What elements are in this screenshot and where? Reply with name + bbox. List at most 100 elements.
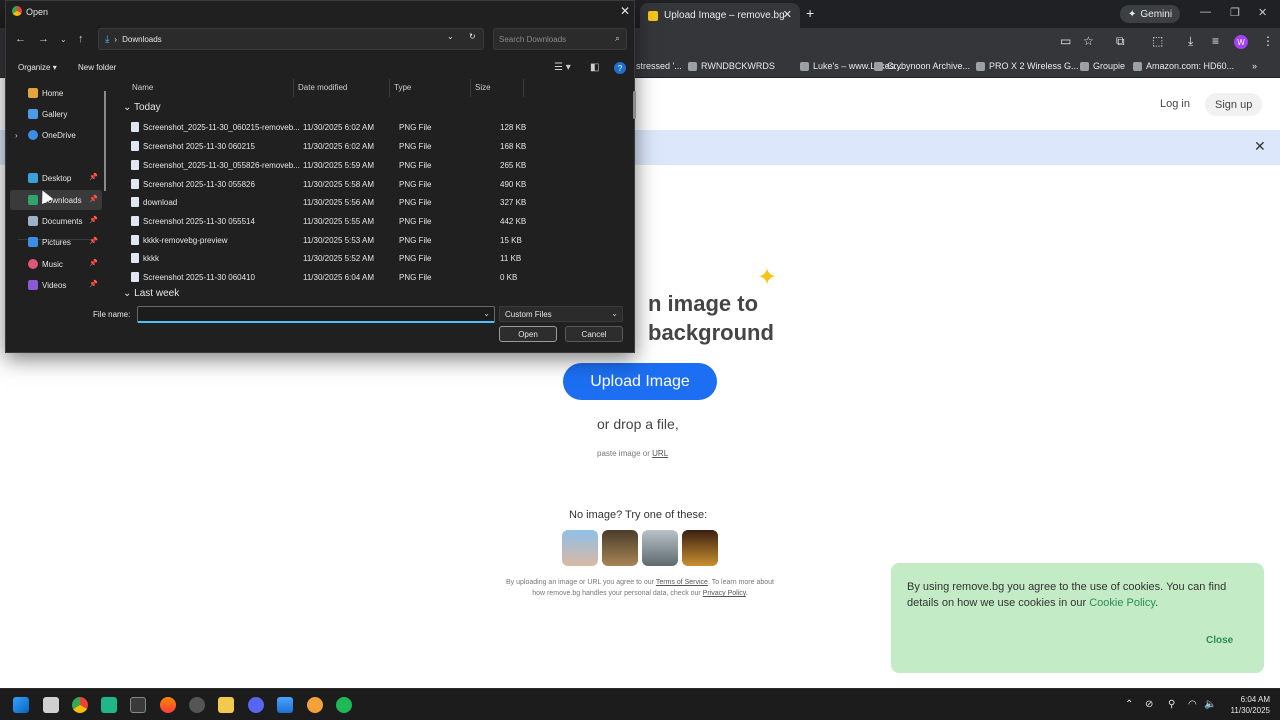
- file-type-select[interactable]: Custom Files ⌄: [499, 306, 623, 322]
- task-view-icon[interactable]: [43, 697, 59, 713]
- preview-pane-icon[interactable]: ◧: [590, 62, 599, 73]
- obs-taskbar-icon[interactable]: [189, 697, 205, 713]
- cookie-close-button[interactable]: Close: [1206, 635, 1233, 646]
- nav-music[interactable]: Music 📌: [10, 254, 102, 274]
- sample-image-graphic[interactable]: [682, 530, 718, 566]
- discord-taskbar-icon[interactable]: [248, 697, 264, 713]
- column-header-name[interactable]: Name: [132, 83, 153, 92]
- nav-videos[interactable]: Videos 📌: [10, 275, 102, 295]
- bookmark-item[interactable]: Groupie: [1080, 61, 1125, 71]
- search-downloads-input[interactable]: Search Downloads ⌕: [493, 28, 627, 50]
- bookmark-item[interactable]: stressed '...: [636, 61, 682, 71]
- nav-desktop[interactable]: Desktop 📌: [10, 168, 102, 188]
- bookmark-item[interactable]: RWNDBCKWRDS: [688, 61, 775, 71]
- file-name-input[interactable]: ⌄: [137, 306, 495, 323]
- maximize-icon[interactable]: ❐: [1230, 6, 1240, 19]
- file-row[interactable]: download 11/30/2025 5:56 AM PNG File 327 KB: [121, 193, 531, 211]
- file-explorer-taskbar-icon[interactable]: [218, 697, 234, 713]
- file-row[interactable]: Screenshot 2025-11-30 060215 11/30/2025 6…: [121, 137, 531, 155]
- organize-menu[interactable]: Organize ▾: [18, 63, 57, 72]
- nav-downloads[interactable]: Downloads 📌: [10, 190, 102, 210]
- start-windows-icon[interactable]: [13, 697, 29, 713]
- app-taskbar-icon[interactable]: [101, 697, 117, 713]
- file-row[interactable]: Screenshot_2025-11-30_060215-removeb... 1…: [121, 118, 531, 136]
- microphone-icon[interactable]: ⚲: [1168, 699, 1175, 710]
- cancel-button[interactable]: Cancel: [565, 326, 623, 342]
- nav-onedrive[interactable]: OneDrive: [10, 125, 102, 145]
- window-close-icon[interactable]: ✕: [1258, 6, 1267, 19]
- download-icon[interactable]: ⤓: [1188, 34, 1193, 49]
- file-row[interactable]: kkkk-removebg-preview 11/30/2025 5:53 AM P…: [121, 231, 531, 249]
- hidden-icons-chevron-icon[interactable]: ⌃: [1125, 699, 1133, 710]
- signup-button[interactable]: Sign up: [1205, 93, 1263, 116]
- file-row[interactable]: Screenshot 2025-11-30 055826 11/30/2025 5…: [121, 175, 531, 193]
- extensions-icon[interactable]: ⧉: [1116, 34, 1125, 49]
- back-arrow-icon[interactable]: ←: [15, 33, 26, 45]
- volume-icon[interactable]: 🔈: [1204, 699, 1216, 710]
- new-tab-button[interactable]: +: [806, 5, 814, 21]
- nav-home[interactable]: Home: [10, 83, 102, 103]
- view-options-icon[interactable]: ☰ ▾: [554, 62, 571, 73]
- nav-pictures[interactable]: Pictures 📌: [10, 232, 102, 252]
- media-icon[interactable]: ≡: [1212, 34, 1219, 48]
- address-history-chevron-icon[interactable]: ⌄: [447, 32, 454, 41]
- group-header-last-week[interactable]: ⌄ Last week: [123, 288, 179, 299]
- file-row[interactable]: Screenshot 2025-11-30 055514 11/30/2025 5…: [121, 212, 531, 230]
- chrome-taskbar-icon[interactable]: [72, 697, 88, 713]
- upload-image-button[interactable]: Upload Image: [563, 363, 717, 400]
- column-divider[interactable]: [470, 79, 471, 97]
- expand-onedrive-chevron-icon[interactable]: ›: [15, 131, 18, 140]
- tab-close-icon[interactable]: ✕: [783, 8, 792, 21]
- wifi-icon[interactable]: ◠: [1188, 699, 1197, 710]
- column-divider[interactable]: [293, 79, 294, 97]
- notifications-muted-icon[interactable]: ⊘: [1145, 699, 1153, 710]
- more-bookmarks-icon[interactable]: »: [1252, 61, 1257, 71]
- firefox-taskbar-icon[interactable]: [160, 697, 176, 713]
- file-name-history-chevron-icon[interactable]: ⌄: [483, 309, 490, 318]
- address-bar[interactable]: ⤓ › Downloads ⌄ ↻: [98, 28, 484, 50]
- cast-icon[interactable]: ▭: [1060, 34, 1071, 48]
- column-header-type[interactable]: Type: [394, 83, 411, 92]
- column-divider[interactable]: [523, 79, 524, 97]
- refresh-icon[interactable]: ↻: [469, 32, 476, 41]
- gemini-button[interactable]: ✦ Gemini: [1120, 5, 1181, 23]
- dialog-close-icon[interactable]: ✕: [620, 4, 630, 18]
- recent-locations-chevron-icon[interactable]: ⌄: [60, 35, 67, 44]
- cookie-policy-link[interactable]: Cookie Policy: [1089, 597, 1155, 609]
- nav-documents[interactable]: Documents 📌: [10, 211, 102, 231]
- system-clock[interactable]: 6:04 AM 11/30/2025: [1222, 694, 1270, 716]
- file-row[interactable]: Screenshot_2025-11-30_055826-removeb... 1…: [121, 156, 531, 174]
- bookmark-item[interactable]: PRO X 2 Wireless G...: [976, 61, 1079, 71]
- bookmark-star-icon[interactable]: ☆: [1083, 34, 1094, 48]
- nav-gallery[interactable]: Gallery: [10, 104, 102, 124]
- column-header-size[interactable]: Size: [475, 83, 491, 92]
- screenshot-icon[interactable]: ⬚: [1152, 34, 1163, 48]
- sample-image-person[interactable]: [562, 530, 598, 566]
- column-header-date[interactable]: Date modified: [298, 83, 347, 92]
- navigation-scrollbar[interactable]: [104, 91, 106, 191]
- url-link[interactable]: URL: [652, 449, 668, 458]
- open-button[interactable]: Open: [499, 326, 557, 342]
- up-arrow-icon[interactable]: ↑: [78, 33, 84, 45]
- help-icon[interactable]: ?: [614, 62, 626, 74]
- bookmark-item[interactable]: Amazon.com: HD60...: [1133, 61, 1234, 71]
- forward-arrow-icon[interactable]: →: [38, 33, 49, 45]
- minimize-icon[interactable]: —: [1200, 6, 1211, 18]
- file-row[interactable]: kkkk 11/30/2025 5:52 AM PNG File 11 KB: [121, 249, 531, 267]
- game-taskbar-icon[interactable]: [307, 697, 323, 713]
- new-folder-button[interactable]: New folder: [78, 63, 116, 72]
- banner-close-icon[interactable]: ✕: [1254, 138, 1266, 155]
- sample-image-car[interactable]: [642, 530, 678, 566]
- photos-taskbar-icon[interactable]: [277, 697, 293, 713]
- file-list-scrollbar[interactable]: [633, 91, 636, 119]
- tab-remove-bg[interactable]: Upload Image – remove.bg ✕: [640, 3, 800, 28]
- breadcrumb-downloads[interactable]: Downloads: [122, 35, 162, 44]
- sample-image-cat[interactable]: [602, 530, 638, 566]
- file-row[interactable]: Screenshot 2025-11-30 060410 11/30/2025 6…: [121, 268, 531, 286]
- spotify-taskbar-icon[interactable]: [336, 697, 352, 713]
- privacy-link[interactable]: Privacy Policy: [703, 590, 746, 597]
- group-header-today[interactable]: ⌄ Today: [123, 102, 161, 113]
- profile-avatar[interactable]: W: [1234, 35, 1248, 49]
- menu-icon[interactable]: ⋮: [1262, 34, 1274, 48]
- terms-link[interactable]: Terms of Service: [656, 579, 708, 586]
